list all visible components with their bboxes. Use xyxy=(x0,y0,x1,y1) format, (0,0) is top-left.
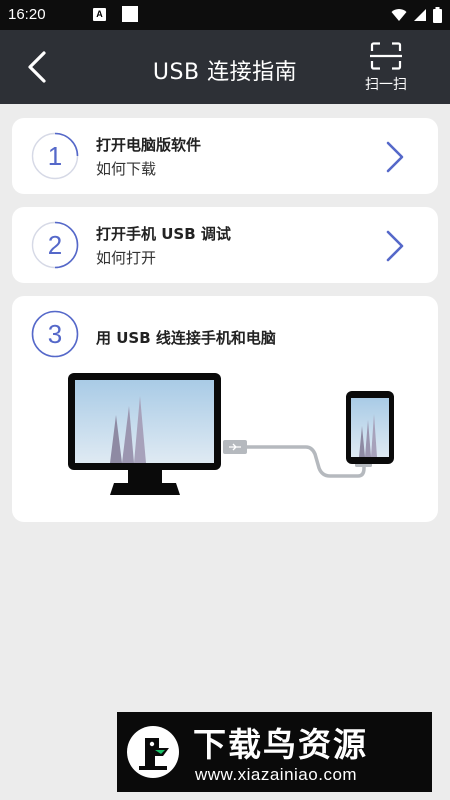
watermark-url: www.xiazainiao.com xyxy=(195,765,358,784)
monitor-icon xyxy=(68,373,221,495)
notification-a-icon: A xyxy=(93,8,106,21)
step-number: 2 xyxy=(47,230,63,260)
status-icons xyxy=(391,6,442,24)
step-title: 用 USB 线连接手机和电脑 xyxy=(96,329,276,347)
notification-square-icon xyxy=(122,6,138,22)
battery-icon xyxy=(433,7,442,23)
status-time: 16:20 xyxy=(8,6,46,23)
usb-connection-illustration xyxy=(68,373,394,495)
step-card-2[interactable]: 2 打开手机 USB 调试 如何打开 xyxy=(12,207,438,283)
scan-button[interactable]: 扫一扫 xyxy=(356,42,416,98)
signal-icon xyxy=(414,9,426,21)
step-card-3: 3 用 USB 线连接手机和电脑 xyxy=(12,296,438,522)
scan-label: 扫一扫 xyxy=(365,77,407,93)
step-number: 3 xyxy=(47,319,63,349)
step-subtitle: 如何打开 xyxy=(96,249,157,267)
step-number: 1 xyxy=(47,141,63,171)
chevron-right-icon[interactable] xyxy=(384,229,406,263)
step-title: 打开电脑版软件 xyxy=(96,136,202,154)
step-subtitle: 如何下载 xyxy=(96,160,157,178)
watermark-logo: 下载鸟资源 www.xiazainiao.com xyxy=(117,712,432,792)
chevron-right-icon[interactable] xyxy=(384,140,406,174)
app-bar: USB 连接指南 扫一扫 xyxy=(0,30,450,104)
step-card-1[interactable]: 1 打开电脑版软件 如何下载 xyxy=(12,118,438,194)
step-title: 打开手机 USB 调试 xyxy=(96,225,231,243)
wifi-icon xyxy=(391,9,407,21)
phone-icon xyxy=(346,391,394,464)
bird-logo-icon xyxy=(127,726,179,778)
status-bar: 16:20 A xyxy=(0,0,450,30)
scan-frame-icon xyxy=(370,42,402,70)
watermark-name: 下载鸟资源 xyxy=(193,725,368,764)
